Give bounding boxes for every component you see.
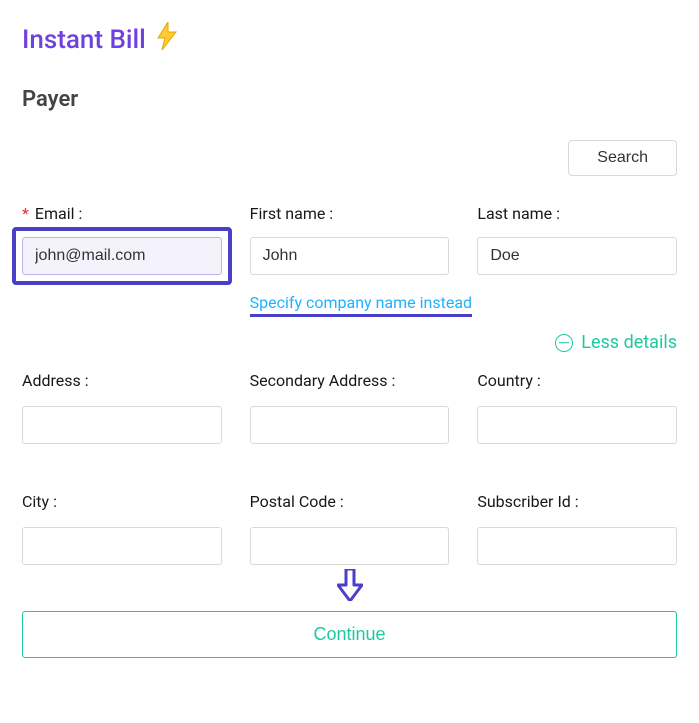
- postal-code-input[interactable]: [250, 527, 450, 565]
- first-name-input[interactable]: [250, 237, 450, 275]
- field-first-name: First name :: [250, 204, 450, 285]
- lightning-icon: [156, 22, 178, 57]
- specify-company-link[interactable]: Specify company name instead: [250, 293, 472, 317]
- field-postal-code: Postal Code :: [250, 492, 450, 565]
- field-address: Address :: [22, 371, 222, 444]
- less-details-toggle[interactable]: Less details: [555, 332, 677, 353]
- country-input[interactable]: [477, 406, 677, 444]
- country-label: Country :: [477, 371, 677, 390]
- address-input[interactable]: [22, 406, 222, 444]
- subscriber-id-input[interactable]: [477, 527, 677, 565]
- city-label: City :: [22, 492, 222, 511]
- continue-button[interactable]: Continue: [22, 611, 677, 658]
- last-name-label: Last name :: [477, 204, 677, 223]
- field-last-name: Last name :: [477, 204, 677, 285]
- email-input[interactable]: [22, 237, 222, 275]
- email-label: *Email :: [22, 204, 222, 223]
- first-name-label: First name :: [250, 204, 450, 223]
- app-title-text: Instant Bill: [22, 25, 146, 55]
- field-subscriber-id: Subscriber Id :: [477, 492, 677, 565]
- city-input[interactable]: [22, 527, 222, 565]
- company-link-row: Specify company name instead: [250, 293, 677, 312]
- field-secondary-address: Secondary Address :: [250, 371, 450, 444]
- secondary-address-label: Secondary Address :: [250, 371, 450, 390]
- address-label: Address :: [22, 371, 222, 390]
- less-details-label: Less details: [581, 332, 677, 353]
- arrow-down-icon: [337, 569, 363, 601]
- arrow-down-annotation: [22, 569, 677, 601]
- minus-circle-icon: [555, 334, 573, 352]
- subscriber-id-label: Subscriber Id :: [477, 492, 677, 511]
- field-country: Country :: [477, 371, 677, 444]
- required-star: *: [22, 204, 29, 223]
- field-email: *Email :: [22, 204, 222, 285]
- search-button[interactable]: Search: [568, 140, 677, 176]
- app-title: Instant Bill: [22, 22, 677, 57]
- field-city: City :: [22, 492, 222, 565]
- last-name-input[interactable]: [477, 237, 677, 275]
- secondary-address-input[interactable]: [250, 406, 450, 444]
- section-title: Payer: [22, 87, 677, 112]
- email-highlight-box: [12, 227, 232, 285]
- postal-code-label: Postal Code :: [250, 492, 450, 511]
